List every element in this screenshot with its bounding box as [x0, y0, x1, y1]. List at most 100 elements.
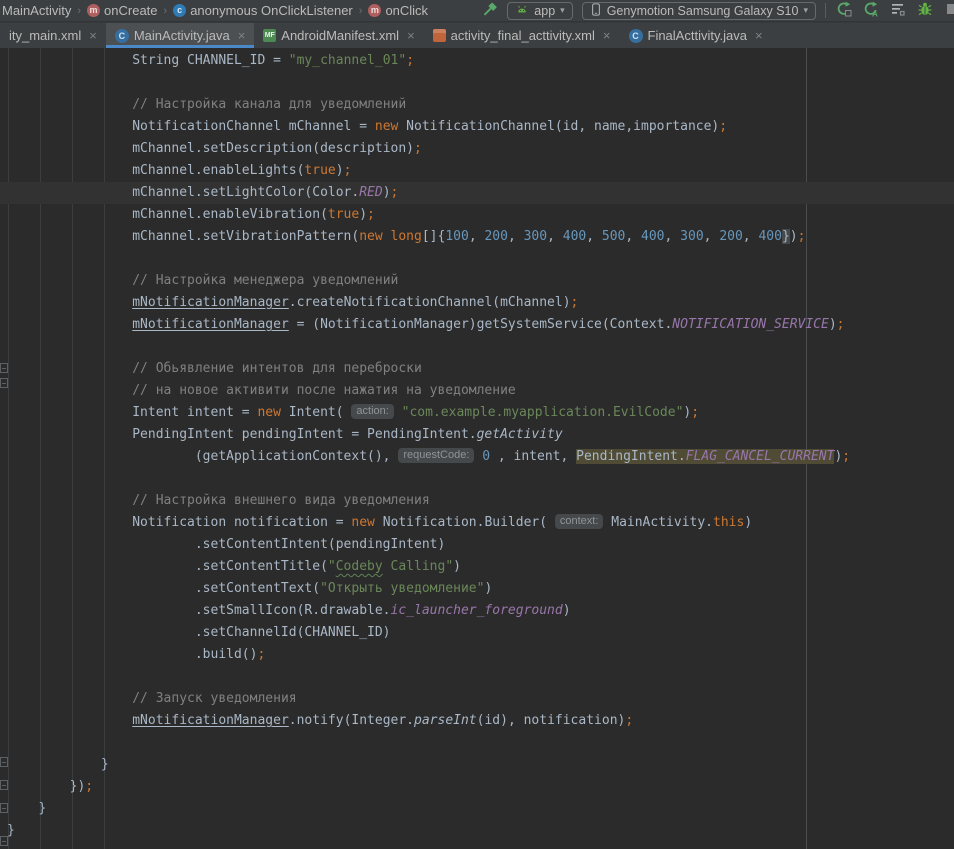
editor-tab-bar: ity_main.xml×CMainActivity.java×MFAndroi…	[0, 22, 954, 48]
code-line[interactable]: }	[0, 820, 954, 842]
code-token: ,	[665, 229, 681, 244]
code-line[interactable]: }	[0, 798, 954, 820]
code-token: "com.example.myapplication.EvilCode"	[402, 405, 684, 420]
fold-marker[interactable]	[0, 836, 8, 846]
code-line[interactable]: .setContentIntent(pendingIntent)	[0, 534, 954, 556]
code-line[interactable]: .setChannelId(CHANNEL_ID)	[0, 622, 954, 644]
code-line[interactable]	[0, 732, 954, 754]
run-configuration-select[interactable]: app ▾	[507, 2, 572, 20]
code-token: ;	[842, 449, 850, 464]
code-line[interactable]: mNotificationManager.notify(Integer.pars…	[0, 710, 954, 732]
tab-close-icon[interactable]: ×	[407, 28, 415, 43]
code-line[interactable]: .setContentText("Открыть уведомление")	[0, 578, 954, 600]
code-line[interactable]: PendingIntent pendingIntent = PendingInt…	[0, 424, 954, 446]
code-token: FLAG_CANCEL_CURRENT	[686, 449, 835, 464]
fold-marker[interactable]	[0, 757, 8, 767]
code-token: true	[304, 163, 335, 178]
code-line[interactable]: mChannel.setVibrationPattern(new long[]{…	[0, 226, 954, 248]
code-token: )	[829, 317, 837, 332]
code-line[interactable]: mNotificationManager = (NotificationMana…	[0, 314, 954, 336]
code-line[interactable]: Intent intent = new Intent( action: "com…	[0, 402, 954, 424]
tab-close-icon[interactable]: ×	[238, 28, 246, 43]
code-line[interactable]: .setSmallIcon(R.drawable.ic_launcher_for…	[0, 600, 954, 622]
code-token	[383, 229, 391, 244]
code-line[interactable]: .setContentTitle("Codeby Calling")	[0, 556, 954, 578]
tab-finalacttivity-java[interactable]: CFinalActtivity.java×	[620, 23, 772, 48]
fold-marker[interactable]	[0, 378, 8, 388]
code-line[interactable]	[0, 336, 954, 358]
code-token: Codeby	[336, 559, 383, 574]
tab-close-icon[interactable]: ×	[755, 28, 763, 43]
navigation-bar: MainActivity›monCreate›canonymous OnClic…	[0, 0, 954, 22]
code-line[interactable]: // на новое активити после нажатия на ув…	[0, 380, 954, 402]
code-line[interactable]: // Настройка канала для уведомлений	[0, 94, 954, 116]
code-token: .createNotificationChannel(mChannel)	[289, 295, 571, 310]
debug-button[interactable]	[916, 2, 934, 20]
code-line[interactable]: NotificationChannel mChannel = new Notif…	[0, 116, 954, 138]
code-line[interactable]: // Настройка менеджера уведомлений	[0, 270, 954, 292]
code-token: }	[782, 229, 790, 244]
code-token: )	[359, 207, 367, 222]
tab-mainactivity-java[interactable]: CMainActivity.java×	[106, 23, 254, 48]
code-token: mChannel.enableVibration(	[132, 207, 328, 222]
parameter-hint: action:	[351, 404, 393, 419]
apply-changes-restart-button[interactable]	[835, 2, 853, 20]
code-token: )	[453, 559, 461, 574]
tool-list-button[interactable]	[889, 2, 907, 20]
code-line[interactable]: mChannel.setLightColor(Color.RED);	[0, 182, 954, 204]
profile-button[interactable]	[943, 2, 954, 20]
code-line[interactable]: });	[0, 776, 954, 798]
breadcrumb-item-mainactivity[interactable]: MainActivity	[2, 3, 71, 18]
code-editor: String CHANNEL_ID = "my_channel_01"; // …	[0, 48, 954, 849]
method-icon: m	[87, 4, 100, 17]
code-token: 500	[602, 229, 625, 244]
breadcrumb-item-anonymous-onclicklistener[interactable]: canonymous OnClickListener	[173, 3, 353, 18]
code-line[interactable]: mNotificationManager.createNotificationC…	[0, 292, 954, 314]
code-line[interactable]: // Запуск уведомления	[0, 688, 954, 710]
code-line[interactable]	[0, 248, 954, 270]
code-token: PendingIntent pendingIntent = PendingInt…	[132, 427, 476, 442]
code-line[interactable]: String CHANNEL_ID = "my_channel_01";	[0, 50, 954, 72]
code-token: new	[351, 515, 374, 530]
code-token: ,	[547, 229, 563, 244]
code-token: ;	[837, 317, 845, 332]
run-configuration-label: app	[534, 4, 555, 18]
parameter-hint: context:	[555, 514, 604, 529]
code-line[interactable]: mChannel.enableVibration(true);	[0, 204, 954, 226]
build-button[interactable]	[480, 2, 498, 20]
fold-marker[interactable]	[0, 803, 8, 813]
tab-label: FinalActtivity.java	[648, 28, 747, 43]
code-token: Calling"	[383, 559, 453, 574]
code-line[interactable]	[0, 72, 954, 94]
tab-close-icon[interactable]: ×	[603, 28, 611, 43]
tab-close-icon[interactable]: ×	[89, 28, 97, 43]
code-line[interactable]: // Обьявление интентов для переброски	[0, 358, 954, 380]
tab-androidmanifest-xml[interactable]: MFAndroidManifest.xml×	[254, 23, 423, 48]
code-line[interactable]: (getApplicationContext(), requestCode: 0…	[0, 446, 954, 468]
breadcrumb-item-onclick[interactable]: monClick	[368, 3, 428, 18]
device-select[interactable]: Genymotion Samsung Galaxy S10 ▾	[582, 2, 816, 20]
code-token: )	[484, 581, 492, 596]
code-line[interactable]: .build();	[0, 644, 954, 666]
code-token: String CHANNEL_ID =	[132, 53, 289, 68]
tab-ity-main-xml[interactable]: ity_main.xml×	[0, 23, 106, 48]
tab-activity-final-acttivity-xml[interactable]: activity_final_acttivity.xml×	[424, 23, 620, 48]
code-line[interactable]	[0, 468, 954, 490]
code-line[interactable]	[0, 666, 954, 688]
code-line[interactable]: }	[0, 754, 954, 776]
apply-code-changes-button[interactable]: A	[862, 2, 880, 20]
code-line[interactable]: mChannel.setDescription(description);	[0, 138, 954, 160]
code-line[interactable]: // Настройка внешнего вида уведомления	[0, 490, 954, 512]
breadcrumb-item-oncreate[interactable]: monCreate	[87, 3, 157, 18]
code-line[interactable]: mChannel.enableLights(true);	[0, 160, 954, 182]
code-token: mChannel.setVibrationPattern(	[132, 229, 359, 244]
code-token: // Обьявление интентов для переброски	[132, 361, 422, 376]
code-token: PendingIntent.	[576, 449, 686, 464]
code-token: .setContentText(	[195, 581, 320, 596]
code-token: (id), notification)	[477, 713, 626, 728]
fold-marker[interactable]	[0, 363, 8, 373]
code-line[interactable]: Notification notification = new Notifica…	[0, 512, 954, 534]
code-token: true	[328, 207, 359, 222]
code-token: // Запуск уведомления	[132, 691, 296, 706]
fold-marker[interactable]	[0, 780, 8, 790]
